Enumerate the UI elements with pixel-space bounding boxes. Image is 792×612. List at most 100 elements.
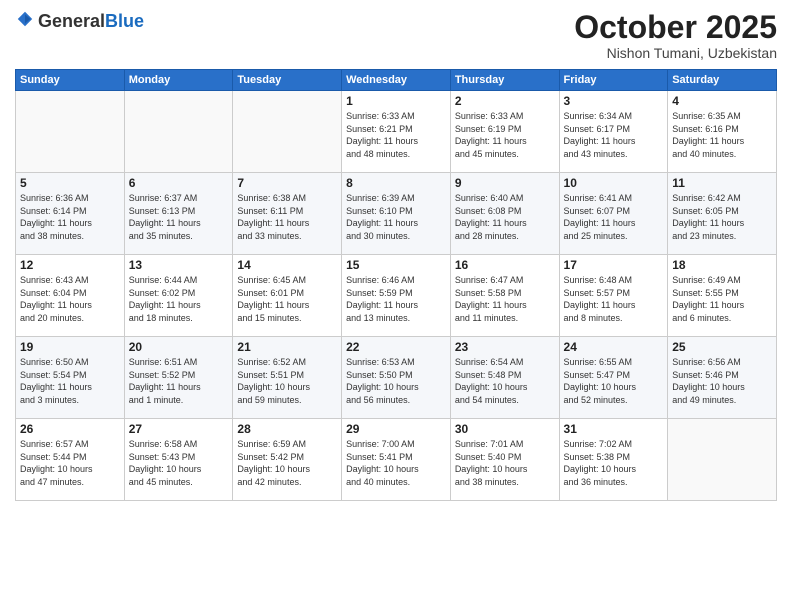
week-row-0: 1 Sunrise: 6:33 AMSunset: 6:21 PMDaylight… [16,91,777,173]
cell-w2-d3: 15Sunrise: 6:46 AMSunset: 5:59 PMDayligh… [342,255,451,337]
day-info-8: Sunrise: 6:39 AMSunset: 6:10 PMDaylight:… [346,192,446,242]
cell-w3-d0: 19 Sunrise: 6:50 AMSunset: 5:54 PMDayligh… [16,337,125,419]
day-number-13: 13 [129,258,229,272]
day-info-3: Sunrise: 6:34 AMSunset: 6:17 PMDaylight:… [564,110,664,160]
day-info-1: Sunrise: 6:33 AMSunset: 6:21 PMDaylight:… [346,110,446,160]
logo-text: GeneralBlue [38,12,144,32]
cell-w2-d4: 16 Sunrise: 6:47 AMSunset: 5:58 PMDayligh… [450,255,559,337]
calendar-body: 1 Sunrise: 6:33 AMSunset: 6:21 PMDaylight… [16,91,777,501]
cell-w3-d3: 22Sunrise: 6:53 AMSunset: 5:50 PMDayligh… [342,337,451,419]
week-row-4: 26Sunrise: 6:57 AMSunset: 5:44 PMDayligh… [16,419,777,501]
day-number-31: 31 [564,422,664,436]
cell-w3-d6: 25 Sunrise: 6:56 AMSunset: 5:46 PMDayligh… [668,337,777,419]
cell-w2-d1: 13Sunrise: 6:44 AMSunset: 6:02 PMDayligh… [124,255,233,337]
header: GeneralBlue October 2025 Nishon Tumani, … [15,10,777,61]
day-info-16: Sunrise: 6:47 AMSunset: 5:58 PMDaylight:… [455,274,555,324]
day-number-8: 8 [346,176,446,190]
day-info-31: Sunrise: 7:02 AMSunset: 5:38 PMDaylight:… [564,438,664,488]
day-number-4: 4 [672,94,772,108]
day-number-1: 1 [346,94,446,108]
cell-w2-d0: 12Sunrise: 6:43 AMSunset: 6:04 PMDayligh… [16,255,125,337]
cell-w1-d2: 7 Sunrise: 6:38 AMSunset: 6:11 PMDaylight… [233,173,342,255]
cell-w1-d5: 10 Sunrise: 6:41 AMSunset: 6:07 PMDayligh… [559,173,668,255]
cell-w4-d1: 27 Sunrise: 6:58 AMSunset: 5:43 PMDayligh… [124,419,233,501]
week-row-2: 12Sunrise: 6:43 AMSunset: 6:04 PMDayligh… [16,255,777,337]
cell-w0-d4: 2 Sunrise: 6:33 AMSunset: 6:19 PMDaylight… [450,91,559,173]
day-info-10: Sunrise: 6:41 AMSunset: 6:07 PMDaylight:… [564,192,664,242]
day-number-7: 7 [237,176,337,190]
day-info-9: Sunrise: 6:40 AMSunset: 6:08 PMDaylight:… [455,192,555,242]
cell-w4-d3: 29Sunrise: 7:00 AMSunset: 5:41 PMDayligh… [342,419,451,501]
day-number-27: 27 [129,422,229,436]
calendar-table: Sunday Monday Tuesday Wednesday Thursday… [15,69,777,501]
logo-icon [16,10,34,28]
day-info-2: Sunrise: 6:33 AMSunset: 6:19 PMDaylight:… [455,110,555,160]
day-number-29: 29 [346,422,446,436]
logo-blue: Blue [105,11,144,31]
day-number-28: 28 [237,422,337,436]
cell-w3-d5: 24 Sunrise: 6:55 AMSunset: 5:47 PMDayligh… [559,337,668,419]
cell-w2-d6: 18Sunrise: 6:49 AMSunset: 5:55 PMDayligh… [668,255,777,337]
day-number-24: 24 [564,340,664,354]
day-number-21: 21 [237,340,337,354]
day-info-24: Sunrise: 6:55 AMSunset: 5:47 PMDaylight:… [564,356,664,406]
day-info-5: Sunrise: 6:36 AMSunset: 6:14 PMDaylight:… [20,192,120,242]
day-info-26: Sunrise: 6:57 AMSunset: 5:44 PMDaylight:… [20,438,120,488]
cell-w0-d0 [16,91,125,173]
header-saturday: Saturday [668,70,777,91]
day-info-15: Sunrise: 6:46 AMSunset: 5:59 PMDaylight:… [346,274,446,324]
day-info-23: Sunrise: 6:54 AMSunset: 5:48 PMDaylight:… [455,356,555,406]
day-number-3: 3 [564,94,664,108]
day-number-2: 2 [455,94,555,108]
cell-w1-d3: 8 Sunrise: 6:39 AMSunset: 6:10 PMDaylight… [342,173,451,255]
cell-w1-d6: 11 Sunrise: 6:42 AMSunset: 6:05 PMDayligh… [668,173,777,255]
cell-w2-d5: 17 Sunrise: 6:48 AMSunset: 5:57 PMDayligh… [559,255,668,337]
day-info-14: Sunrise: 6:45 AMSunset: 6:01 PMDaylight:… [237,274,337,324]
cell-w0-d5: 3 Sunrise: 6:34 AMSunset: 6:17 PMDaylight… [559,91,668,173]
title-block: October 2025 Nishon Tumani, Uzbekistan [574,10,777,61]
header-sunday: Sunday [16,70,125,91]
day-number-22: 22 [346,340,446,354]
month-title: October 2025 [574,10,777,45]
weekday-header-row: Sunday Monday Tuesday Wednesday Thursday… [16,70,777,91]
day-info-7: Sunrise: 6:38 AMSunset: 6:11 PMDaylight:… [237,192,337,242]
header-wednesday: Wednesday [342,70,451,91]
day-info-17: Sunrise: 6:48 AMSunset: 5:57 PMDaylight:… [564,274,664,324]
cell-w4-d5: 31 Sunrise: 7:02 AMSunset: 5:38 PMDayligh… [559,419,668,501]
day-number-18: 18 [672,258,772,272]
page: GeneralBlue October 2025 Nishon Tumani, … [0,0,792,612]
header-monday: Monday [124,70,233,91]
day-number-6: 6 [129,176,229,190]
location-subtitle: Nishon Tumani, Uzbekistan [574,45,777,61]
day-info-21: Sunrise: 6:52 AMSunset: 5:51 PMDaylight:… [237,356,337,406]
cell-w0-d2 [233,91,342,173]
day-number-5: 5 [20,176,120,190]
day-info-20: Sunrise: 6:51 AMSunset: 5:52 PMDaylight:… [129,356,229,406]
day-number-19: 19 [20,340,120,354]
day-info-12: Sunrise: 6:43 AMSunset: 6:04 PMDaylight:… [20,274,120,324]
cell-w1-d4: 9Sunrise: 6:40 AMSunset: 6:08 PMDaylight… [450,173,559,255]
header-friday: Friday [559,70,668,91]
day-info-27: Sunrise: 6:58 AMSunset: 5:43 PMDaylight:… [129,438,229,488]
cell-w3-d1: 20 Sunrise: 6:51 AMSunset: 5:52 PMDayligh… [124,337,233,419]
cell-w1-d1: 6 Sunrise: 6:37 AMSunset: 6:13 PMDaylight… [124,173,233,255]
logo-general: General [38,11,105,31]
day-number-25: 25 [672,340,772,354]
day-info-6: Sunrise: 6:37 AMSunset: 6:13 PMDaylight:… [129,192,229,242]
cell-w0-d3: 1 Sunrise: 6:33 AMSunset: 6:21 PMDaylight… [342,91,451,173]
cell-w4-d0: 26Sunrise: 6:57 AMSunset: 5:44 PMDayligh… [16,419,125,501]
day-info-25: Sunrise: 6:56 AMSunset: 5:46 PMDaylight:… [672,356,772,406]
day-number-17: 17 [564,258,664,272]
day-number-16: 16 [455,258,555,272]
logo: GeneralBlue [15,10,144,33]
header-tuesday: Tuesday [233,70,342,91]
day-number-10: 10 [564,176,664,190]
day-info-19: Sunrise: 6:50 AMSunset: 5:54 PMDaylight:… [20,356,120,406]
day-number-20: 20 [129,340,229,354]
day-number-11: 11 [672,176,772,190]
day-info-30: Sunrise: 7:01 AMSunset: 5:40 PMDaylight:… [455,438,555,488]
day-number-14: 14 [237,258,337,272]
cell-w3-d2: 21 Sunrise: 6:52 AMSunset: 5:51 PMDayligh… [233,337,342,419]
cell-w2-d2: 14 Sunrise: 6:45 AMSunset: 6:01 PMDayligh… [233,255,342,337]
day-info-11: Sunrise: 6:42 AMSunset: 6:05 PMDaylight:… [672,192,772,242]
